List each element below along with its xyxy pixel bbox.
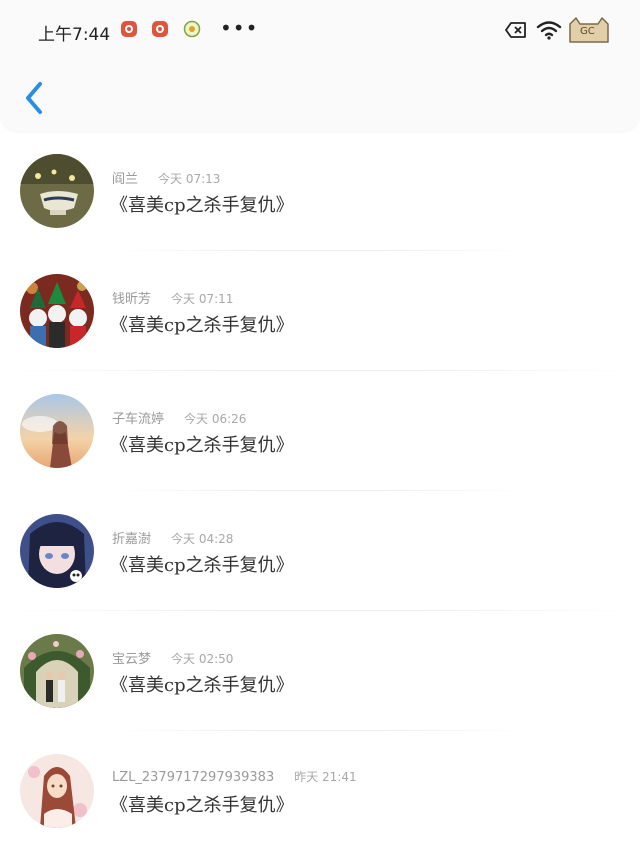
message-time: 今天 04:28 <box>171 532 234 546</box>
sender-line: 钱昕芳 今天 07:11 <box>112 288 233 307</box>
message-list: 阎兰 今天 07:13 《喜美cp之杀手复仇》 钱昕芳 今天 07:11 《喜美cp… <box>0 131 640 851</box>
sim-off-icon <box>505 22 526 38</box>
sender-name: 折嘉澍 <box>112 532 152 547</box>
list-item[interactable]: 宝云梦 今天 02:50 《喜美cp之杀手复仇》 <box>0 611 640 731</box>
message-time: 昨天 21:41 <box>294 770 357 784</box>
sender-line: 子车流婷 今天 06:26 <box>112 408 246 427</box>
list-item[interactable]: 子车流婷 今天 06:26 《喜美cp之杀手复仇》 <box>0 371 640 491</box>
anime-girl-blue-avatar-icon <box>20 514 94 588</box>
battery-level-text: GC <box>580 26 595 37</box>
message-title: 《喜美cp之杀手复仇》 <box>110 675 294 696</box>
list-item[interactable]: 钱昕芳 今天 07:11 《喜美cp之杀手复仇》 <box>0 251 640 371</box>
sender-name: LZL_2379717297939383 <box>112 770 275 785</box>
back-arrow-icon[interactable] <box>22 78 48 118</box>
sender-name: 子车流婷 <box>112 412 165 427</box>
list-item[interactable]: 折嘉澍 今天 04:28 《喜美cp之杀手复仇》 <box>0 491 640 611</box>
message-title: 《喜美cp之杀手复仇》 <box>110 315 294 336</box>
sender-name: 钱昕芳 <box>112 292 152 307</box>
snowmen-avatar-icon <box>20 274 94 348</box>
message-title: 《喜美cp之杀手复仇》 <box>110 555 294 576</box>
list-item[interactable]: 阎兰 今天 07:13 《喜美cp之杀手复仇》 <box>0 131 640 251</box>
message-title: 《喜美cp之杀手复仇》 <box>110 795 294 816</box>
message-title: 《喜美cp之杀手复仇》 <box>110 435 294 456</box>
message-time: 今天 07:13 <box>158 172 221 186</box>
sender-name: 阎兰 <box>112 172 139 187</box>
notification-app-icon <box>152 21 168 37</box>
list-item[interactable]: LZL_2379717297939383 昨天 21:41 《喜美cp之杀手复仇》 <box>0 731 640 851</box>
notification-app-icon <box>183 20 201 38</box>
teacup-avatar-icon <box>20 154 94 228</box>
message-title: 《喜美cp之杀手复仇》 <box>110 195 294 216</box>
message-time: 今天 07:11 <box>171 292 234 306</box>
cat-battery-badge: GC <box>566 14 612 46</box>
sender-line: 阎兰 今天 07:13 <box>112 168 220 187</box>
status-bar: 上午7:44 ••• GC <box>0 0 640 60</box>
wifi-icon <box>536 21 562 40</box>
anime-girl-pink-avatar-icon <box>20 754 94 828</box>
sender-line: LZL_2379717297939383 昨天 21:41 <box>112 768 357 785</box>
anime-girl-sunset-avatar-icon <box>20 394 94 468</box>
status-time: 上午7:44 <box>38 25 111 45</box>
top-bar: 上午7:44 ••• GC <box>0 0 640 131</box>
more-notifications-icon: ••• <box>220 16 259 40</box>
message-time: 今天 02:50 <box>171 652 234 666</box>
message-time: 今天 06:26 <box>184 412 247 426</box>
sender-name: 宝云梦 <box>112 652 152 667</box>
notification-app-icon <box>121 21 137 37</box>
sender-line: 宝云梦 今天 02:50 <box>112 648 233 667</box>
sender-line: 折嘉澍 今天 04:28 <box>112 528 233 547</box>
garden-couple-avatar-icon <box>20 634 94 708</box>
